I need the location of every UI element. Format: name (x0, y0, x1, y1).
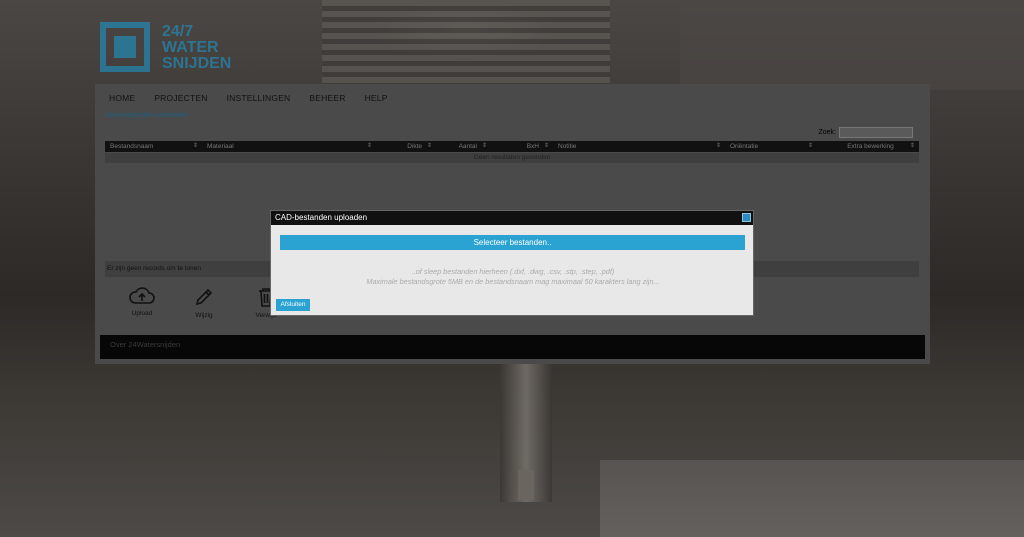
column-bestandsnaam[interactable]: Bestandsnaam (105, 141, 202, 152)
background-column (322, 0, 610, 90)
upload-label: Upload (131, 310, 153, 317)
toolbar: Upload Wijzig Verwijd (123, 286, 285, 319)
logo-line2: WATER (162, 39, 219, 56)
search-input[interactable] (839, 127, 913, 138)
file-limit-hint: Maximale bestandsgrote 5MB en de bestand… (366, 277, 660, 286)
nav-home[interactable]: HOME (109, 93, 135, 103)
table-header: Bestandsnaam Materiaal Dikte Aantal BxH … (105, 141, 919, 152)
close-button[interactable]: Afsluiten (276, 299, 310, 311)
nav-instellingen[interactable]: INSTELLINGEN (227, 93, 291, 103)
column-orientatie[interactable]: Oriëntatie (725, 141, 817, 152)
logo: 24/7 WATER SNIJDEN (100, 22, 232, 78)
search-box: Zoek: (818, 127, 913, 138)
column-extra-bewerking[interactable]: Extra bewerking (817, 141, 919, 152)
cloud-upload-icon (129, 287, 155, 304)
upload-button[interactable]: Upload (123, 286, 161, 319)
nav-help[interactable]: HELP (365, 93, 388, 103)
breadcrumb[interactable]: Aanvraagregels aanmaken (105, 112, 189, 119)
nav-projecten[interactable]: PROJECTEN (154, 93, 207, 103)
column-bxh[interactable]: BxH (491, 141, 553, 152)
logo-line1: 24/7 (162, 23, 194, 40)
edit-button[interactable]: Wijzig (185, 286, 223, 319)
main-nav: HOME PROJECTEN INSTELLINGEN BEHEER HELP (109, 93, 407, 103)
logo-square (114, 36, 136, 58)
drop-hint: ..of sleep bestanden hierheen (.dxf, .dw… (411, 267, 615, 276)
background-shape (680, 0, 1024, 90)
dialog-close-icon[interactable] (742, 213, 751, 222)
edit-label: Wijzig (195, 312, 213, 319)
select-files-button[interactable]: Selecteer bestanden.. (280, 235, 745, 250)
search-label: Zoek: (818, 129, 836, 136)
nav-beheer[interactable]: BEHEER (309, 93, 345, 103)
upload-dialog: CAD-bestanden uploaden Selecteer bestand… (270, 210, 754, 316)
empty-message: Geen resultaten gevonden (105, 153, 919, 163)
background-nozzle-tip (518, 470, 534, 500)
column-dikte[interactable]: Dikte (376, 141, 436, 152)
drop-zone[interactable]: ..of sleep bestanden hierheen (.dxf, .dw… (271, 267, 755, 287)
pencil-icon (195, 288, 213, 306)
column-notitie[interactable]: Notitie (553, 141, 725, 152)
column-materiaal[interactable]: Materiaal (202, 141, 376, 152)
column-aantal[interactable]: Aantal (436, 141, 491, 152)
footer: Over 24Watersnijden (100, 335, 925, 359)
dialog-title: CAD-bestanden uploaden (275, 213, 368, 222)
footer-link[interactable]: Over 24Watersnijden (110, 340, 180, 349)
background-table (600, 460, 1024, 537)
dialog-header: CAD-bestanden uploaden (271, 211, 753, 225)
logo-line3: SNIJDEN (162, 55, 232, 72)
